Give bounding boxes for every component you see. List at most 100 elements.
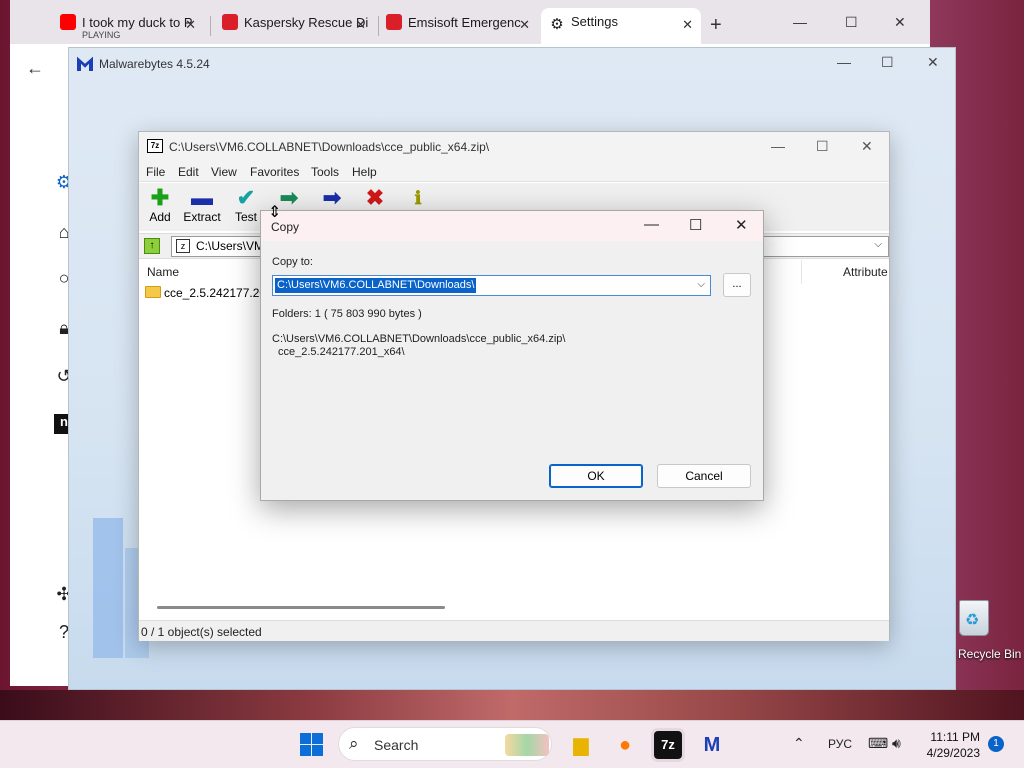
dialog-title: Copy — [271, 220, 300, 234]
window-title: Malwarebytes 4.5.24 — [77, 55, 210, 71]
tab-kaspersky[interactable]: Kaspersky Rescue Di ✕ — [214, 8, 374, 44]
minimize-icon[interactable]: — — [837, 54, 851, 70]
archive-icon: z — [176, 239, 190, 253]
menu-edit[interactable]: Edit — [178, 165, 199, 179]
search-label: Search — [374, 737, 419, 753]
sevenzip-taskbar-icon[interactable]: 7z — [654, 731, 682, 759]
info-icon: ℹ — [414, 188, 422, 208]
browse-button[interactable]: ... — [723, 273, 751, 297]
background-illustration — [93, 518, 123, 658]
maximize-icon[interactable]: ☐ — [816, 138, 829, 155]
move-button[interactable]: ➡ — [310, 186, 354, 210]
cursor-icon: ⇕ — [268, 204, 282, 221]
firefox-icon[interactable]: ● — [611, 731, 639, 759]
close-icon[interactable]: ✕ — [894, 14, 906, 31]
tab-label: Kaspersky Rescue Di — [244, 15, 369, 30]
tab-label: Settings — [571, 14, 618, 29]
chevron-down-icon[interactable]: ⌵ — [874, 239, 882, 250]
recycle-icon: ♻ — [965, 612, 980, 629]
close-icon[interactable]: ✕ — [682, 17, 693, 33]
close-icon[interactable]: ✕ — [861, 138, 873, 155]
minimize-icon[interactable]: — — [793, 14, 807, 30]
tab-youtube[interactable]: I took my duck to P PLAYING ✕ — [52, 8, 204, 44]
tab-divider — [210, 16, 211, 36]
tab-strip: I took my duck to P PLAYING ✕ Kaspersky … — [10, 0, 930, 44]
close-icon[interactable]: ✕ — [927, 54, 939, 71]
menu-bar: File Edit View Favorites Tools Help — [139, 162, 889, 182]
minus-icon: ▬ — [191, 185, 213, 210]
network-icon[interactable]: ⌨ — [868, 735, 888, 752]
notification-badge[interactable]: 1 — [988, 736, 1004, 752]
menu-view[interactable]: View — [211, 165, 237, 179]
minimize-icon[interactable]: — — [771, 138, 785, 154]
desktop-wallpaper — [0, 690, 1024, 720]
column-header-name[interactable]: Name — [147, 265, 179, 279]
horizontal-scrollbar[interactable] — [157, 606, 445, 609]
malwarebytes-logo-icon — [77, 56, 93, 71]
maximize-icon[interactable]: ☐ — [689, 216, 702, 234]
title-bar: 7z C:\Users\VM6.COLLABNET\Downloads\cce_… — [139, 132, 889, 162]
close-icon[interactable]: ✕ — [735, 216, 748, 234]
status-bar: 0 / 1 object(s) selected — [139, 620, 889, 641]
close-icon[interactable]: ✕ — [519, 17, 530, 33]
list-item[interactable]: cce_2.5.242177.201 — [145, 286, 273, 300]
malwarebytes-icon[interactable]: M — [698, 731, 726, 759]
taskbar: ⌕ Search ▆ ● 7z M ⌃ РУС ⌨ 🔊︎ 11:11 PM 4/… — [0, 720, 1024, 768]
file-explorer-icon[interactable]: ▆ — [567, 731, 595, 759]
kaspersky-icon — [222, 14, 238, 30]
close-icon[interactable]: ✕ — [355, 17, 366, 33]
gear-icon: ⚙ — [550, 16, 564, 33]
status-text: 0 / 1 object(s) selected — [141, 625, 262, 639]
ok-button[interactable]: OK — [549, 464, 643, 488]
copy-to-label: Copy to: — [272, 256, 313, 268]
recycle-bin-icon[interactable]: ♻ — [954, 596, 994, 638]
search-icon: ⌕ — [349, 734, 359, 753]
chevron-up-icon[interactable]: ⌃ — [793, 735, 805, 752]
menu-help[interactable]: Help — [352, 165, 377, 179]
delete-x-icon: ✖ — [365, 185, 385, 210]
extract-button[interactable]: ▬ Extract — [180, 185, 224, 225]
move-arrow-icon: ➡ — [322, 185, 342, 210]
dialog-title-bar: Copy — ☐ ✕ — [261, 211, 763, 241]
language-indicator[interactable]: РУС — [828, 737, 852, 751]
tab-emsisoft[interactable]: Emsisoft Emergenc ✕ — [378, 8, 538, 44]
column-divider — [801, 260, 802, 284]
tab-label: Emsisoft Emergenc — [408, 15, 521, 30]
emsisoft-icon — [386, 14, 402, 30]
search-highlight-image — [505, 734, 549, 756]
plus-icon: ✚ — [150, 185, 170, 210]
sevenzip-icon: 7z — [147, 139, 163, 153]
add-button[interactable]: ✚ Add — [138, 185, 182, 225]
tab-playing-label: PLAYING — [82, 30, 121, 40]
delete-button[interactable]: ✖ — [353, 186, 397, 210]
menu-tools[interactable]: Tools — [311, 165, 339, 179]
volume-icon[interactable]: 🔊︎ — [892, 735, 901, 752]
info-button[interactable]: ℹ — [396, 186, 440, 210]
date: 4/29/2023 — [926, 746, 980, 760]
copy-to-combobox[interactable]: C:\Users\VM6.COLLABNET\Downloads\ ⌵ — [272, 275, 711, 296]
maximize-icon[interactable]: ☐ — [881, 54, 894, 71]
chevron-down-icon[interactable]: ⌵ — [697, 279, 705, 290]
copy-to-value[interactable]: C:\Users\VM6.COLLABNET\Downloads\ — [275, 278, 477, 293]
time: 11:11 PM — [930, 730, 980, 744]
clock[interactable]: 11:11 PM 4/29/2023 — [924, 729, 980, 761]
maximize-icon[interactable]: ☐ — [845, 14, 858, 31]
close-icon[interactable]: ✕ — [185, 17, 196, 33]
tab-settings[interactable]: ⚙ Settings ✕ — [541, 8, 701, 44]
new-tab-button[interactable]: + — [710, 14, 722, 37]
source-item: cce_2.5.242177.201_x64\ — [278, 346, 405, 358]
menu-file[interactable]: File — [146, 165, 165, 179]
menu-favorites[interactable]: Favorites — [250, 165, 299, 179]
minimize-icon[interactable]: — — [644, 216, 659, 233]
tab-label: I took my duck to P — [82, 15, 193, 30]
copy-dialog: Copy — ☐ ✕ Copy to: C:\Users\VM6.COLLABN… — [260, 210, 764, 501]
folder-up-icon[interactable]: ↑ — [144, 238, 160, 254]
column-header-attributes[interactable]: Attribute — [843, 265, 888, 279]
taskbar-search[interactable]: ⌕ Search — [338, 727, 552, 761]
back-arrow-icon[interactable]: ← — [26, 58, 44, 79]
cancel-button[interactable]: Cancel — [657, 464, 751, 488]
checkmark-icon: ✔ — [236, 185, 256, 210]
recycle-bin-label: Recycle Bin — [958, 647, 1022, 661]
windows-start-icon[interactable] — [298, 731, 326, 759]
folders-info: Folders: 1 ( 75 803 990 bytes ) — [272, 308, 422, 320]
